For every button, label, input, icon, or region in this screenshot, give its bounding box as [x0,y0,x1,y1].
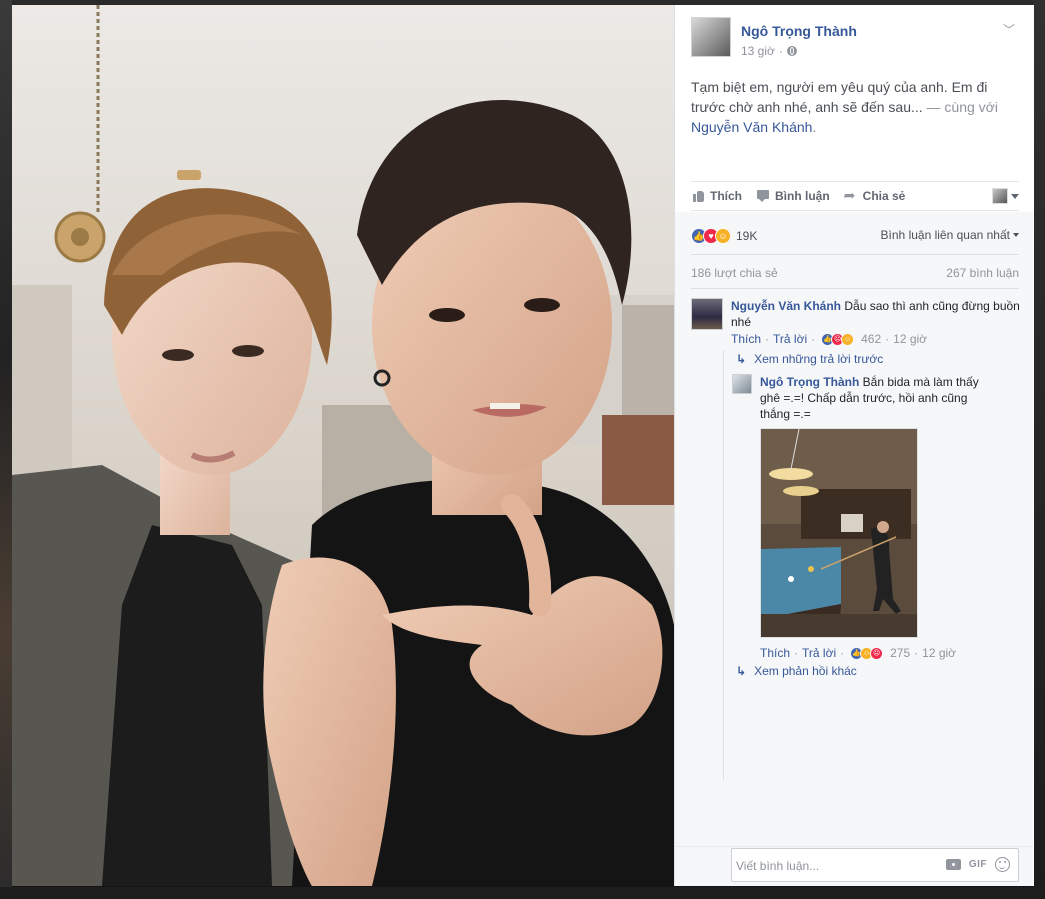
billiards-photo [761,429,917,637]
reaction-total[interactable]: 19K [736,229,757,243]
post-text: Tạm biệt em, người em yêu quý của anh. E… [691,77,1021,137]
comment-icon [756,189,770,203]
author-avatar[interactable] [691,17,731,57]
comment-sort-select[interactable]: Bình luận liên quan nhất [881,228,1019,242]
reply-reaction-icons[interactable]: 👍 ☺ ☹ [850,646,884,660]
backdrop-bottom-edge [0,887,1045,899]
sad-reaction-icon: ☹ [870,646,884,660]
counts-row: 186 lượt chia sẻ 267 bình luận [691,266,1019,282]
comment-reply-link[interactable]: Trả lời [773,332,807,346]
action-bar: Thích Bình luận Chia sẻ [691,181,1019,211]
post-with-text: — cùng với [922,99,998,115]
photo-viewer[interactable] [12,5,674,886]
share-button[interactable]: Chia sẻ [844,187,906,204]
emoji-icon[interactable] [995,857,1010,872]
post-time[interactable]: 13 giờ [741,44,775,58]
backdrop-left-edge [0,0,12,899]
composer-tools: GIF [945,857,1010,872]
reply-time[interactable]: 12 giờ [922,646,956,660]
reply-body: Ngô Trọng Thành Bắn bida mà làm thấy ghê… [760,374,985,422]
backdrop-right-edge [1033,0,1045,899]
post-meta: 13 giờ · [741,44,797,58]
reaction-icons[interactable]: 👍 ♥ ☺ [691,228,731,244]
comments-area: 👍 ♥ ☺ 19K Bình luận liên quan nhất 186 l… [675,212,1033,846]
share-label: Chia sẻ [862,189,906,203]
comment-button[interactable]: Bình luận [756,189,830,203]
comment-input[interactable] [736,857,936,875]
comment-composer-box: GIF [731,848,1019,882]
reply-photo[interactable] [760,428,918,638]
gif-icon[interactable]: GIF [969,859,987,870]
view-more-label: Xem phản hồi khác [754,664,857,678]
comment-count[interactable]: 267 bình luận [946,266,1019,280]
reply-thread: ↳ Xem những trả lời trước Ngô Trọng Thàn… [723,350,1023,780]
replier-avatar[interactable] [732,374,752,394]
like-button[interactable]: Thích [691,189,742,203]
comment-item: Nguyễn Văn Khánh Dẫu sao thì anh cũng đừ… [691,298,1021,346]
divider [691,288,1019,289]
haha-reaction-icon: ☺ [715,228,731,244]
comment-reaction-icons[interactable]: 👍 ☹ ☺ [821,332,855,346]
viewer-avatar [992,188,1008,204]
author-name[interactable]: Ngô Trọng Thành [741,23,857,39]
reply-reaction-count[interactable]: 275 [890,646,910,660]
viewer-identity-switch[interactable] [992,188,1019,204]
view-previous-replies[interactable]: ↳ Xem những trả lời trước [736,352,883,366]
globe-icon[interactable] [786,46,797,56]
post-photo [12,5,674,886]
reply-like-link[interactable]: Thích [760,646,790,660]
thumbs-up-icon [691,189,705,203]
camera-icon[interactable] [945,859,961,870]
chevron-down-icon[interactable]: ﹀ [1002,23,1016,37]
reply-actions: Thích · Trả lời · 👍 ☺ ☹ 275 · 12 giờ [760,646,957,660]
like-label: Thích [710,189,742,203]
comment-reaction-count[interactable]: 462 [861,332,881,346]
tagged-person-link[interactable]: Nguyễn Văn Khánh [691,119,812,135]
haha-reaction-icon: ☺ [841,332,855,346]
view-more-replies[interactable]: ↳ Xem phản hồi khác [736,664,857,678]
sort-label: Bình luận liên quan nhất [880,228,1010,242]
comment-body: Nguyễn Văn Khánh Dẫu sao thì anh cũng đừ… [731,298,1021,330]
share-count[interactable]: 186 lượt chia sẻ [691,266,778,280]
comment-like-link[interactable]: Thích [731,332,761,346]
post-header: Ngô Trọng Thành 13 giờ · ﹀ [691,17,1022,67]
commenter-avatar[interactable] [691,298,723,330]
reply-arrow-icon: ↳ [736,352,747,366]
post-text-end: . [812,119,817,135]
comment-time[interactable]: 12 giờ [893,332,927,346]
caret-down-icon [1011,193,1019,199]
comment-author[interactable]: Nguyễn Văn Khánh [731,299,841,313]
reply-reply-link[interactable]: Trả lời [802,646,836,660]
divider [691,254,1019,255]
comment-actions: Thích · Trả lời · 👍 ☹ ☺ 462 · 12 giờ [731,332,928,346]
post-side-panel: Ngô Trọng Thành 13 giờ · ﹀ Tạm biệt em, … [674,5,1034,886]
comment-label: Bình luận [775,189,830,203]
comment-composer: GIF [675,846,1033,886]
caret-down-icon [1013,233,1019,237]
view-previous-label: Xem những trả lời trước [754,352,884,366]
share-icon [844,187,858,204]
reply-arrow-icon: ↳ [736,664,747,678]
reactions-row: 👍 ♥ ☺ 19K Bình luận liên quan nhất [691,226,1019,246]
reply-author[interactable]: Ngô Trọng Thành [760,375,859,389]
